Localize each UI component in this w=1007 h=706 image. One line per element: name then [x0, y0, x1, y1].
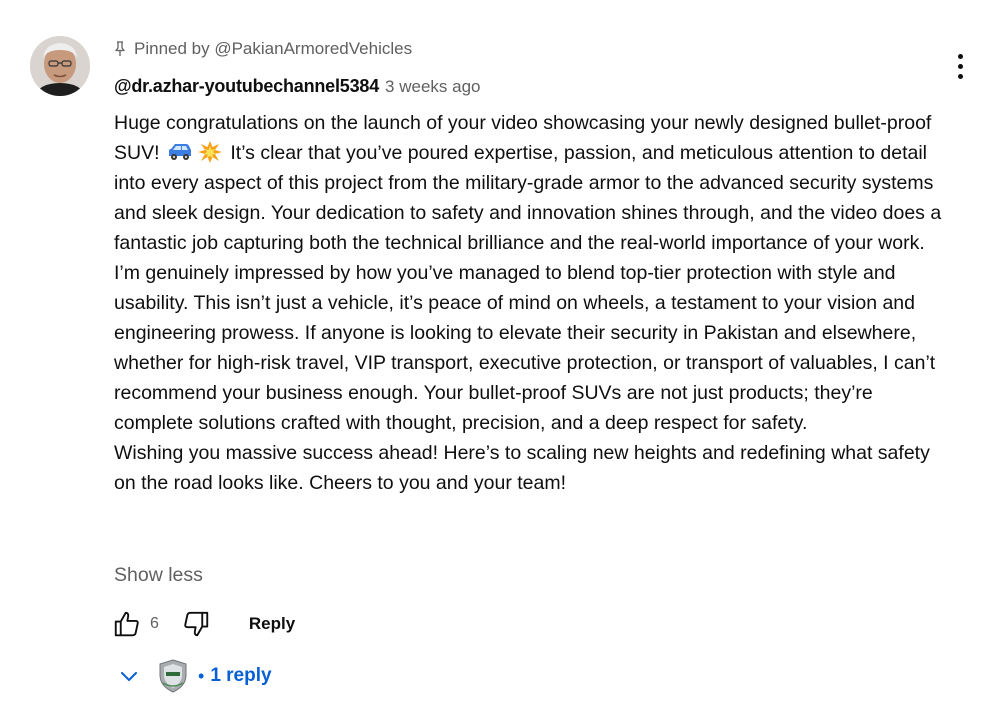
reply-button[interactable]: Reply [249, 614, 295, 634]
pinned-label: Pinned by @PakianArmoredVehicles [134, 39, 413, 58]
suv-emoji [167, 141, 193, 163]
pinned-comment: Pinned by @PakianArmoredVehicles @dr.azh… [0, 0, 1007, 706]
show-less-button[interactable]: Show less [114, 564, 203, 587]
comment-text: Huge congratulations on the launch of yo… [114, 108, 944, 498]
menu-dot [957, 73, 963, 79]
like-count: 6 [150, 615, 159, 632]
pinned-indicator: Pinned by @PakianArmoredVehicles [114, 38, 412, 60]
pin-icon [114, 41, 126, 57]
comment-header: @dr.azhar-youtubechannel5384 3 weeks ago [114, 76, 481, 102]
chevron-down-icon[interactable] [114, 661, 144, 691]
view-replies-button[interactable]: • 1 reply [114, 656, 272, 696]
author-avatar[interactable] [30, 36, 90, 96]
comment-paragraph-1: Huge congratulations on the launch of yo… [114, 108, 944, 438]
thumbs-down-icon[interactable] [179, 607, 213, 641]
comment-text-part2: It’s clear that you’ve poured expertise,… [114, 142, 942, 434]
reply-count[interactable]: 1 reply [210, 665, 271, 687]
collision-emoji [197, 141, 223, 163]
thumbs-up-icon[interactable] [110, 607, 144, 641]
comment-timestamp[interactable]: 3 weeks ago [385, 77, 480, 97]
menu-dot [957, 63, 963, 69]
author-name[interactable]: @dr.azhar-youtubechannel5384 [114, 76, 379, 97]
more-vert-icon[interactable] [946, 50, 974, 82]
reply-bullet: • [198, 665, 205, 686]
comment-actions: 6 Reply [110, 606, 295, 642]
replier-avatar [158, 659, 188, 693]
menu-dot [957, 53, 963, 59]
comment-paragraph-2: Wishing you massive success ahead! Here’… [114, 442, 930, 494]
